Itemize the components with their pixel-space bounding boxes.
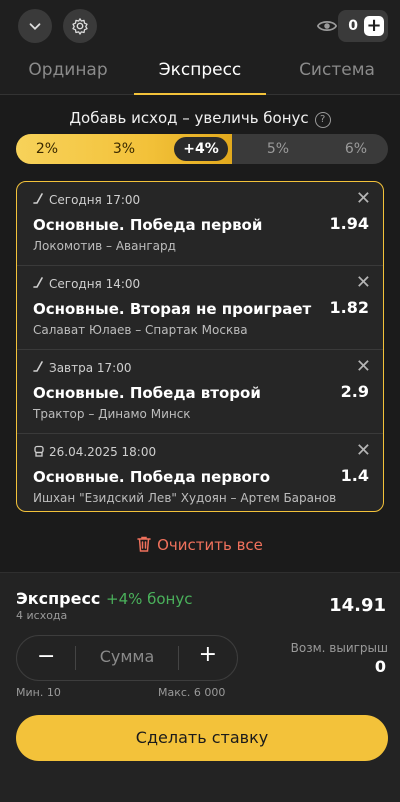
balance-widget[interactable]: 0 + bbox=[338, 10, 388, 42]
stake-input[interactable]: Сумма bbox=[87, 647, 167, 666]
hockey-stick-icon bbox=[33, 193, 43, 204]
stake-stepper: − Сумма + bbox=[16, 635, 238, 681]
bet-teams: Трактор – Динамо Минск bbox=[33, 407, 191, 421]
bet-odds: 2.9 bbox=[340, 382, 369, 401]
bonus-step-current: +4% bbox=[174, 137, 228, 161]
bet-teams: Локомотив – Авангард bbox=[33, 239, 176, 253]
bet-time: Сегодня 14:00 bbox=[33, 277, 140, 291]
place-bet-button[interactable]: Сделать ставку bbox=[16, 715, 388, 761]
bet-time-text: Завтра 17:00 bbox=[49, 361, 132, 375]
remove-bet-button[interactable]: ✕ bbox=[356, 440, 371, 461]
remove-bet-button[interactable]: ✕ bbox=[356, 356, 371, 377]
bet-odds: 1.94 bbox=[329, 214, 369, 233]
stepper-divider bbox=[178, 646, 179, 670]
bet-market: Основные. Вторая не проиграет bbox=[33, 300, 312, 318]
bet-coupon: Сегодня 17:00 ✕ Основные. Победа первой … bbox=[16, 181, 384, 512]
bet-slip-summary: Экспресс +4% бонус 4 исхода 14.91 − Сумм… bbox=[0, 572, 400, 802]
express-title: Экспресс +4% бонус bbox=[16, 589, 193, 608]
bet-item: Сегодня 17:00 ✕ Основные. Победа первой … bbox=[17, 182, 383, 266]
max-stake: Макс. 6 000 bbox=[158, 686, 226, 699]
min-stake: Мин. 10 bbox=[16, 686, 61, 699]
bet-odds: 1.82 bbox=[329, 298, 369, 317]
gear-icon bbox=[72, 18, 88, 35]
help-icon[interactable]: ? bbox=[314, 112, 331, 128]
tab-system[interactable]: Система bbox=[282, 60, 392, 80]
bet-time-text: Сегодня 14:00 bbox=[49, 277, 141, 291]
eye-icon[interactable] bbox=[316, 15, 338, 37]
remove-bet-button[interactable]: ✕ bbox=[356, 272, 371, 293]
bet-time-text: 26.04.2025 18:00 bbox=[49, 445, 157, 459]
remove-bet-button[interactable]: ✕ bbox=[356, 188, 371, 209]
bonus-title-text: Добавь исход – увеличь бонус bbox=[69, 109, 309, 127]
top-bar: 0 + bbox=[0, 0, 400, 52]
express-bonus: +4% бонус bbox=[106, 590, 193, 608]
active-tab-indicator bbox=[134, 93, 266, 95]
possible-win-label: Возм. выигрыш bbox=[290, 641, 388, 655]
bet-time: 26.04.2025 18:00 bbox=[33, 445, 156, 459]
trash-icon bbox=[137, 536, 151, 552]
tab-express[interactable]: Экспресс bbox=[134, 60, 266, 80]
increase-stake-button[interactable]: + bbox=[199, 642, 217, 667]
bet-market: Основные. Победа первой bbox=[33, 216, 263, 234]
hockey-stick-icon bbox=[33, 277, 43, 288]
boxing-glove-icon bbox=[34, 445, 44, 457]
bet-item: 26.04.2025 18:00 ✕ Основные. Победа перв… bbox=[17, 434, 383, 511]
balance-value: 0 bbox=[348, 18, 358, 34]
settings-button[interactable] bbox=[63, 9, 97, 43]
bonus-progress-bar: 2% 3% +4% 5% 6% bbox=[16, 134, 388, 164]
bet-market: Основные. Победа первого bbox=[33, 468, 271, 486]
hockey-stick-icon bbox=[33, 361, 43, 372]
bonus-step-2: 2% bbox=[35, 141, 59, 157]
bet-time-text: Сегодня 17:00 bbox=[49, 193, 141, 207]
bet-time: Сегодня 17:00 bbox=[33, 193, 140, 207]
bonus-step-5: 5% bbox=[266, 141, 290, 157]
bonus-step-6: 6% bbox=[344, 141, 368, 157]
bet-item: Завтра 17:00 ✕ Основные. Победа второй 2… bbox=[17, 350, 383, 434]
total-odds: 14.91 bbox=[329, 595, 386, 616]
bet-time: Завтра 17:00 bbox=[33, 361, 131, 375]
bet-teams: Салават Юлаев – Спартак Москва bbox=[33, 323, 248, 337]
bet-market: Основные. Победа второй bbox=[33, 384, 261, 402]
bonus-step-3: 3% bbox=[112, 141, 136, 157]
deposit-plus-icon[interactable]: + bbox=[364, 16, 384, 36]
clear-all-label: Очистить все bbox=[157, 536, 263, 554]
stepper-divider bbox=[75, 646, 76, 670]
bonus-title: Добавь исход – увеличь бонус? bbox=[0, 109, 400, 128]
express-title-text: Экспресс bbox=[16, 589, 101, 608]
bet-odds: 1.4 bbox=[340, 466, 369, 485]
bet-teams: Ишхан "Езидский Лев" Худоян – Артем Бара… bbox=[33, 491, 337, 505]
clear-all-button[interactable]: Очистить все bbox=[0, 536, 400, 554]
tab-single[interactable]: Ординар bbox=[18, 60, 118, 80]
collapse-button[interactable] bbox=[18, 9, 52, 43]
bet-type-tabs: Ординар Экспресс Система bbox=[0, 52, 400, 95]
decrease-stake-button[interactable]: − bbox=[37, 644, 55, 669]
possible-win-value: 0 bbox=[374, 657, 386, 676]
chevron-down-icon bbox=[29, 23, 41, 30]
outcomes-count: 4 исхода bbox=[16, 609, 68, 622]
bet-item: Сегодня 14:00 ✕ Основные. Вторая не прои… bbox=[17, 266, 383, 350]
